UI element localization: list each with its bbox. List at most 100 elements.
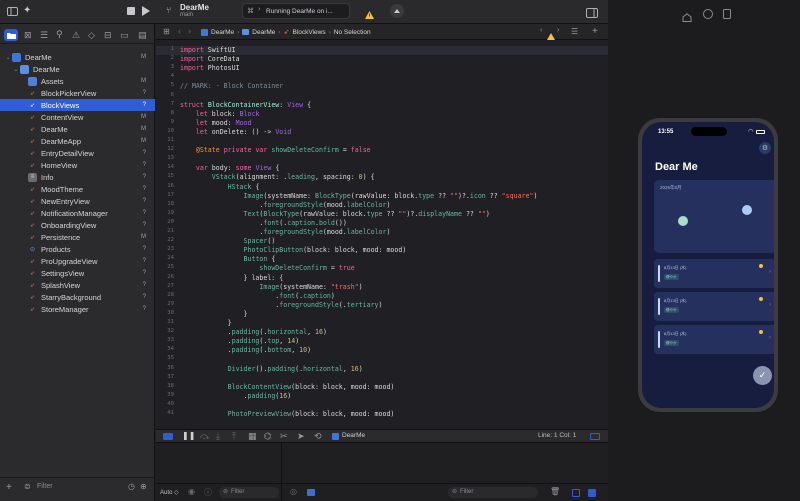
add-editor-icon[interactable]: + [592, 26, 598, 37]
info-icon[interactable]: ⓘ [204, 487, 212, 498]
issue-navigator-tab-icon[interactable]: ⚠ [72, 30, 80, 41]
show-console-icon[interactable] [588, 489, 596, 497]
code-line[interactable]: 11 [156, 137, 180, 146]
split-view-icon[interactable] [307, 489, 315, 496]
show-variables-icon[interactable] [572, 489, 580, 497]
disclosure-icon[interactable]: ⌄ [4, 54, 12, 61]
code-line[interactable]: 10 let onDelete: () -> Void [156, 128, 291, 137]
code-line[interactable]: 13 [156, 155, 180, 164]
code-line[interactable]: 27 Image(systemName: "trash") [156, 283, 362, 292]
layout-toggle-icon[interactable] [590, 433, 600, 440]
issue-nav-next-icon[interactable]: › [557, 27, 559, 34]
code-line[interactable]: 24 Button { [156, 255, 275, 264]
breadcrumb-item[interactable]: DearMe [211, 29, 234, 36]
code-line[interactable]: 20 .font(.caption.bold()) [156, 219, 347, 228]
issue-nav-icon[interactable]: ‹ [540, 27, 542, 34]
file-tree-row[interactable]: ➶ StarryBackground? [0, 291, 155, 303]
code-line[interactable]: 36 Divider().padding(.horizontal, 16) [156, 365, 362, 374]
code-line[interactable]: 40 [156, 401, 180, 410]
breadcrumb-item[interactable]: No Selection [334, 29, 371, 36]
xcode-cloud-icon[interactable]: ✦ [23, 5, 31, 16]
code-line[interactable]: 4 [156, 73, 180, 82]
variables-filter-field[interactable]: ⊜ Filter [219, 487, 279, 498]
breadcrumb-item[interactable]: BlockViews [292, 29, 325, 36]
code-line[interactable]: 35 [156, 355, 180, 364]
new-entry-button[interactable]: ✓ [753, 366, 772, 385]
hide-debug-area-icon[interactable] [163, 433, 173, 440]
memory-graph-icon[interactable]: ⌬ [264, 431, 272, 442]
run-button[interactable] [142, 6, 150, 16]
code-line[interactable]: 41 PhotoPreviewView(block: block, mood: … [156, 410, 394, 419]
code-line[interactable]: 22 Spacer() [156, 237, 275, 246]
simulate-location-icon[interactable]: ➤ [297, 431, 305, 442]
file-tree-row[interactable]: ➶ OnboardingView? [0, 219, 155, 231]
source-control-tab-icon[interactable]: ⊠ [24, 30, 32, 41]
file-tree-row[interactable]: ➶ DearMeApp M [0, 135, 155, 147]
inspector-toggle-icon[interactable] [586, 5, 598, 23]
file-tree-row[interactable]: ➶ NewEntryView? [0, 195, 155, 207]
code-line[interactable]: 28 .font(.caption) [156, 292, 335, 301]
file-tree-row[interactable]: ➶ BlockViews? [0, 99, 155, 111]
sidebar-toggle-icon[interactable] [6, 6, 18, 17]
stop-button[interactable] [127, 7, 135, 15]
console-filter-field[interactable]: ⊜ Filter [448, 487, 538, 498]
code-line[interactable]: 29 .foregroundStyle(.tertiary) [156, 301, 382, 310]
eye-icon[interactable]: ◉ [188, 487, 195, 496]
file-tree-row[interactable]: ⌄ DearMe M [0, 51, 155, 63]
code-line[interactable]: 15 VStack(alignment: .leading, spacing: … [156, 173, 374, 182]
entry-card[interactable]: 8月13日 (木) 穏やか › [654, 292, 774, 321]
file-tree-row[interactable]: ➶ EntryDetailView? [0, 147, 155, 159]
file-tree-row[interactable]: ≡ Info? [0, 171, 155, 183]
auto-variables-select[interactable]: Auto ◇ [160, 489, 179, 496]
code-line[interactable]: 1 import SwiftUI [156, 46, 608, 56]
code-line[interactable]: 39 .padding(16) [156, 392, 291, 401]
code-line[interactable]: 21 .foregroundStyle(mood.labelColor) [156, 228, 390, 237]
file-tree-row[interactable]: ➶ ProUpgradeView? [0, 255, 155, 267]
device-icon[interactable] [390, 4, 404, 18]
code-line[interactable]: 38 BlockContentView(block: block, mood: … [156, 383, 394, 392]
home-icon[interactable] [682, 9, 692, 27]
warning-icon[interactable] [365, 6, 374, 24]
code-line[interactable]: 30 } [156, 310, 247, 319]
find-navigator-tab-icon[interactable]: ⚲ [56, 29, 63, 40]
code-line[interactable]: 32 .padding(.horizontal, 16) [156, 328, 327, 337]
debug-navigator-tab-icon[interactable]: ⊟ [104, 30, 112, 41]
calendar-card[interactable]: 2026年8月 [654, 180, 774, 253]
code-line[interactable]: 23 PhotoClipButton(block: block, mood: m… [156, 246, 406, 255]
step-into-icon[interactable]: ⤓ [216, 431, 220, 442]
code-area[interactable]: 1 import SwiftUI 2 import CoreData 3 import P… [156, 46, 608, 429]
ai-icon[interactable]: ◎ [290, 487, 297, 496]
warning-small-icon[interactable] [547, 27, 555, 45]
entry-card[interactable]: 8月13日 (木) 穏やか › [654, 325, 774, 354]
code-line[interactable]: 7 struct BlockContainerView: View { [156, 101, 311, 110]
editor-options-icon[interactable]: ☰ [571, 27, 578, 36]
file-tree-row[interactable]: ➶ ContentView M [0, 111, 155, 123]
file-tree-row[interactable]: ➶ DearMe M [0, 123, 155, 135]
iphone-screen[interactable]: 13:55 ◠ Dear Me ⚙ 2026年8月 8月13日 (木) 穏やか › 8… [642, 122, 774, 408]
file-tree-row[interactable]: ⌄ DearMe [0, 63, 155, 75]
file-tree-row[interactable]: ➶ Persistence M [0, 231, 155, 243]
breadcrumb-item[interactable]: DearMe [252, 29, 275, 36]
file-tree-row[interactable]: ➶ StoreManager? [0, 303, 155, 315]
code-line[interactable]: 18 .foregroundStyle(mood.labelColor) [156, 201, 390, 210]
forward-icon[interactable]: › [188, 26, 191, 36]
back-icon[interactable]: ‹ [178, 26, 181, 36]
view-hierarchy-icon[interactable]: ▦ [248, 431, 257, 442]
code-line[interactable]: 14 var body: some View { [156, 164, 279, 173]
trash-icon[interactable]: 🗑 [550, 487, 560, 496]
file-tree-row[interactable]: ⊙ Products? [0, 243, 155, 255]
disclosure-icon[interactable]: ⌄ [12, 66, 20, 73]
code-line[interactable]: 5 // MARK: - Block Container [156, 82, 284, 91]
code-line[interactable]: 3 import PhotosUI [156, 64, 240, 73]
sidebar-filter-input[interactable]: Filter [37, 483, 53, 490]
file-tree-row[interactable]: ➶ MoodTheme? [0, 183, 155, 195]
file-tree-row[interactable]: ➶ BlockPickerView? [0, 87, 155, 99]
add-icon[interactable]: + [6, 482, 12, 493]
file-tree-row[interactable]: ➶ HomeView? [0, 159, 155, 171]
file-tree-row[interactable]: ➶ SettingsView? [0, 267, 155, 279]
code-line[interactable]: 9 let mood: Mood [156, 119, 252, 128]
breakpoint-navigator-tab-icon[interactable]: ▭ [120, 30, 129, 41]
activity-view[interactable]: ⌘ › Running DearMe on i... [242, 3, 350, 19]
symbol-navigator-tab-icon[interactable]: ☰ [40, 30, 48, 41]
code-line[interactable]: 16 HStack { [156, 183, 259, 192]
